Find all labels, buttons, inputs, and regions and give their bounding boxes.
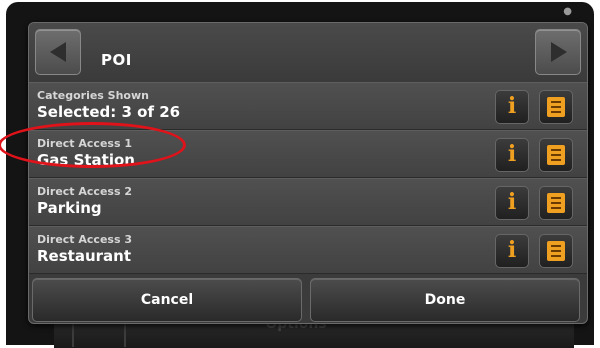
row-value: Gas Station [37,151,135,169]
list-button[interactable] [539,186,573,220]
list-button[interactable] [539,234,573,268]
row-direct-access-1[interactable]: Direct Access 1 Gas Station i [29,130,587,178]
dialog-header: POI [29,23,587,84]
list-icon [547,241,565,261]
row-direct-access-2[interactable]: Direct Access 2 Parking i [29,178,587,226]
done-button[interactable]: Done [310,278,580,322]
row-label: Direct Access 1 [37,137,132,150]
row-label: Direct Access 3 [37,233,132,246]
info-icon: i [507,189,517,215]
row-direct-access-3[interactable]: Direct Access 3 Restaurant i [29,226,587,274]
info-button[interactable]: i [495,186,529,220]
row-label: Direct Access 2 [37,185,132,198]
row-value: Restaurant [37,247,131,265]
info-button[interactable]: i [495,138,529,172]
cancel-button[interactable]: Cancel [32,278,302,322]
info-icon: i [507,237,517,263]
list-button[interactable] [539,90,573,124]
previous-button[interactable] [35,29,81,75]
row-categories-shown[interactable]: Categories Shown Selected: 3 of 26 i [29,82,587,130]
next-button[interactable] [535,29,581,75]
info-button[interactable]: i [495,90,529,124]
left-arrow-icon [50,42,66,62]
list-icon [547,193,565,213]
info-button[interactable]: i [495,234,529,268]
row-value: Parking [37,199,102,217]
list-button[interactable] [539,138,573,172]
list-icon [547,97,565,117]
list-icon [547,145,565,165]
row-value: Selected: 3 of 26 [37,103,181,121]
info-icon: i [507,141,517,167]
right-arrow-icon [551,42,567,62]
row-label: Categories Shown [37,89,149,102]
status-icon: ● [563,6,572,17]
info-icon: i [507,93,517,119]
page-title: POI [101,51,132,69]
